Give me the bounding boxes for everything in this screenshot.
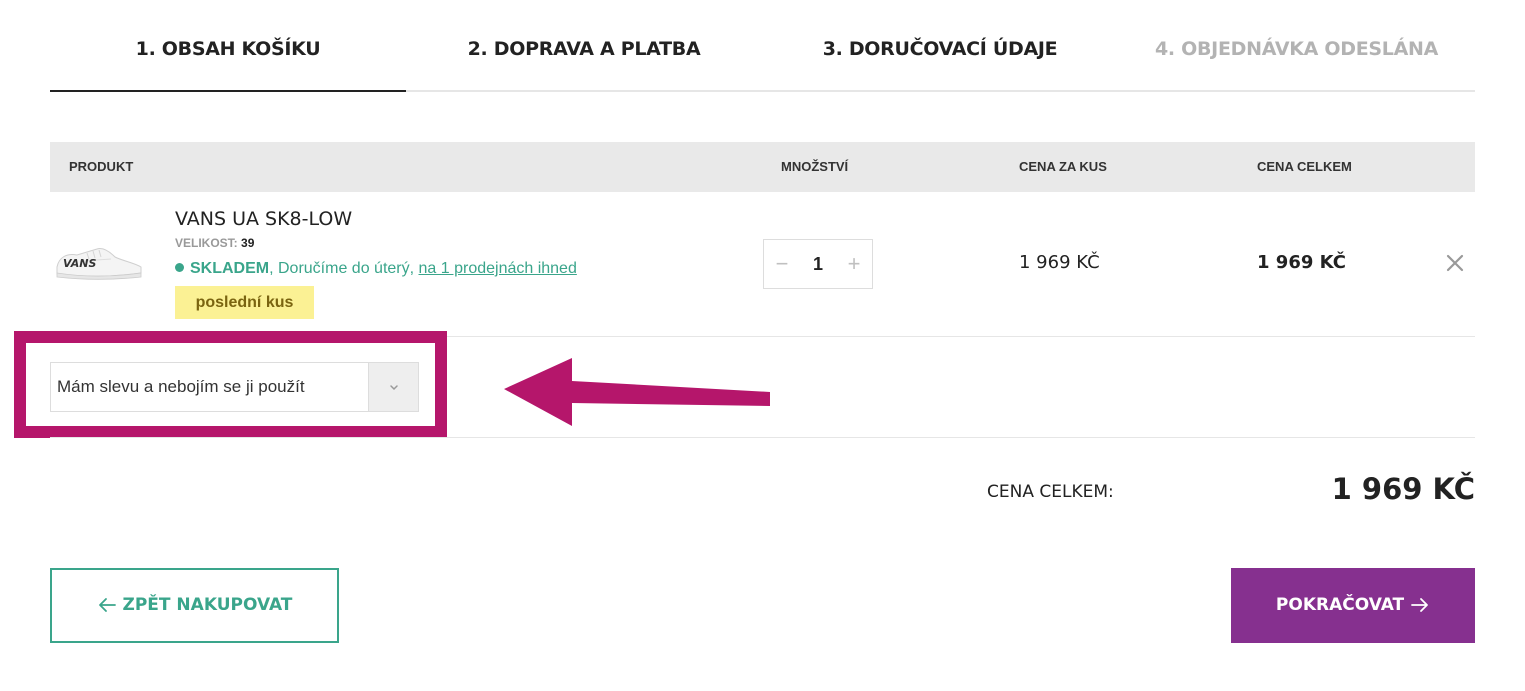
active-step-indicator [50,90,406,92]
chevron-down-icon [390,385,398,391]
last-piece-badge: poslední kus [175,286,314,319]
product-image[interactable]: VANS [53,237,145,285]
cart-table-header: PRODUKT MNOŽSTVÍ CENA ZA KUS CENA CELKEM [50,142,1475,192]
discount-expand-button[interactable] [368,363,418,411]
total-label: CENA CELKEM: [987,482,1114,502]
header-unit-price: CENA ZA KUS [1019,159,1107,174]
quantity-value[interactable]: 1 [800,240,836,288]
product-name[interactable]: VANS UA SK8-LOW [175,208,352,230]
annotation-arrow-icon [504,358,770,426]
arrow-left-icon [98,598,116,612]
unit-price: 1 969 KČ [1019,252,1100,273]
quantity-decrease-button[interactable]: − [764,240,800,288]
header-total: CENA CELKEM [1257,159,1352,174]
brand-logo: VANS [63,257,96,270]
step-order-sent: 4. OBJEDNÁVKA ODESLÁNA [1155,38,1438,60]
header-product: PRODUKT [69,159,134,174]
product-size: VELIKOST: 39 [175,236,254,250]
step-shipping-payment[interactable]: 2. DOPRAVA A PLATBA [406,38,762,66]
line-total: 1 969 KČ [1257,252,1346,273]
stock-status: SKLADEM [190,260,270,277]
continue-button[interactable]: POKRAČOVAT [1231,568,1475,643]
back-button-label: ZPĚT NAKUPOVAT [122,595,293,615]
checkout-steps: 1. OBSAH KOŠÍKU 2. DOPRAVA A PLATBA 3. D… [50,0,1475,92]
stock-dot-icon [175,263,184,272]
discount-code-toggle[interactable]: Mám slevu a nebojím se ji použít [50,362,419,412]
delivery-text: , Doručíme do úterý, [269,260,419,277]
continue-button-label: POKRAČOVAT [1275,595,1405,615]
total-value: 1 969 KČ [1331,472,1475,506]
store-availability-link[interactable]: na 1 prodejnách ihned [419,260,577,277]
size-label: VELIKOST: [175,236,238,250]
back-to-shop-button[interactable]: ZPĚT NAKUPOVAT [50,568,339,643]
quantity-stepper: − 1 + [763,239,873,289]
step-cart-contents[interactable]: 1. OBSAH KOŠÍKU [50,38,406,66]
sneaker-icon: VANS [56,248,142,280]
header-quantity: MNOŽSTVÍ [781,159,849,174]
divider [50,437,1475,438]
size-value: 39 [241,236,255,250]
cart-item-row: VANS VANS UA SK8-LOW VELIKOST: 39 SKLADE… [50,192,1475,337]
discount-label: Mám slevu a nebojím se ji použít [57,377,305,396]
remove-item-button[interactable] [1443,251,1467,275]
quantity-increase-button[interactable]: + [836,240,872,288]
close-icon [1446,254,1464,272]
arrow-right-icon [1411,598,1428,612]
step-delivery-details[interactable]: 3. DORUČOVACÍ ÚDAJE [762,38,1118,66]
stock-info: SKLADEM, Doručíme do úterý, na 1 prodejn… [175,260,577,278]
